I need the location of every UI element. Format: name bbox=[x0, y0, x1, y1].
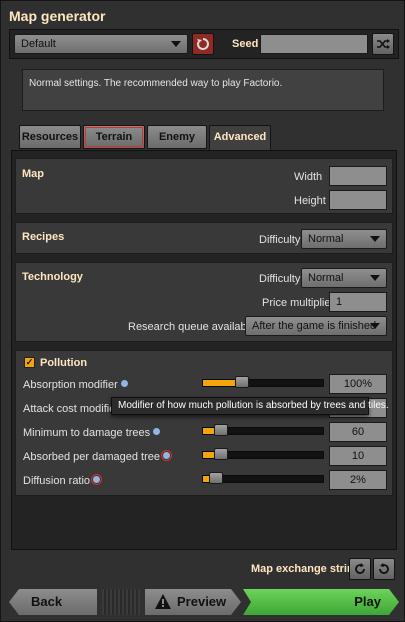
attack-cost-modifier-text: Attack cost modifier bbox=[23, 403, 119, 415]
slider-knob[interactable] bbox=[214, 448, 228, 460]
import-exchange-button[interactable] bbox=[349, 558, 371, 580]
minimum-damage-trees-slider[interactable] bbox=[202, 424, 324, 436]
technology-difficulty-value: Normal bbox=[308, 272, 344, 284]
recipes-difficulty-dropdown[interactable]: Normal bbox=[301, 229, 387, 249]
preview-button[interactable]: Preview bbox=[145, 589, 241, 615]
preset-value: Default bbox=[21, 38, 56, 50]
recipes-section: Recipes Difficulty Normal bbox=[15, 222, 393, 254]
diffusion-ratio-label: Diffusion ratio bbox=[23, 474, 103, 487]
pollution-section: ✓ Pollution Absorption modifier 100% Att… bbox=[15, 350, 393, 496]
absorbed-per-tree-text: Absorbed per damaged tree bbox=[23, 451, 160, 463]
tab-resources[interactable]: Resources bbox=[19, 125, 81, 149]
technology-section: Technology Difficulty Normal Price multi… bbox=[15, 262, 393, 342]
recipes-difficulty-value: Normal bbox=[308, 233, 344, 245]
slider-knob[interactable] bbox=[209, 472, 223, 484]
back-button[interactable]: Back bbox=[9, 589, 97, 615]
tab-enemy[interactable]: Enemy bbox=[147, 125, 207, 149]
shuffle-button[interactable] bbox=[372, 33, 394, 55]
diffusion-ratio-input[interactable]: 2% bbox=[329, 470, 387, 490]
recipes-heading: Recipes bbox=[22, 231, 65, 243]
absorption-modifier-label: Absorption modifier bbox=[23, 379, 128, 391]
absorption-modifier-input[interactable]: 100% bbox=[329, 374, 387, 394]
chevron-down-icon bbox=[370, 236, 380, 242]
technology-heading: Technology bbox=[22, 271, 83, 283]
import-icon bbox=[355, 563, 365, 574]
export-exchange-button[interactable] bbox=[373, 558, 395, 580]
preset-dropdown[interactable]: Default bbox=[14, 34, 188, 54]
pollution-heading: Pollution bbox=[40, 357, 88, 369]
height-input[interactable] bbox=[329, 190, 387, 210]
chevron-down-icon bbox=[370, 323, 380, 329]
height-label: Height bbox=[294, 195, 326, 207]
shuffle-icon bbox=[377, 39, 390, 49]
pollution-tooltip: Modifier of how much pollution is absorb… bbox=[111, 397, 389, 415]
slider-knob[interactable] bbox=[214, 424, 228, 436]
technology-difficulty-label: Difficulty bbox=[259, 273, 301, 285]
chevron-down-icon bbox=[370, 275, 380, 281]
preset-description: Normal settings. The recommended way to … bbox=[22, 69, 384, 111]
minimum-damage-trees-label: Minimum to damage trees bbox=[23, 427, 161, 439]
research-queue-label: Research queue availability bbox=[128, 321, 263, 333]
reset-button[interactable] bbox=[192, 33, 214, 55]
recipes-difficulty-label: Difficulty bbox=[259, 234, 301, 246]
absorbed-per-tree-label: Absorbed per damaged tree bbox=[23, 450, 172, 463]
play-button[interactable]: Play bbox=[243, 589, 399, 615]
map-exchange-label: Map exchange string bbox=[251, 563, 361, 575]
map-exchange-bar: Map exchange string bbox=[11, 557, 397, 581]
price-multiplier-label: Price multiplier bbox=[262, 297, 335, 309]
map-section: Map Width Height bbox=[15, 158, 393, 214]
info-icon bbox=[153, 428, 161, 435]
preset-bar: Default Seed bbox=[9, 29, 399, 59]
reset-icon bbox=[196, 38, 209, 50]
info-icon bbox=[160, 450, 172, 461]
width-label: Width bbox=[294, 171, 323, 183]
research-queue-dropdown[interactable]: After the game is finished bbox=[245, 316, 387, 336]
seed-label: Seed bbox=[232, 38, 259, 50]
window-title: Map generator bbox=[9, 8, 106, 24]
info-icon bbox=[91, 474, 103, 485]
title-bar[interactable]: Map generator bbox=[9, 5, 399, 27]
slider-knob[interactable] bbox=[235, 376, 249, 388]
minimum-damage-trees-text: Minimum to damage trees bbox=[23, 427, 151, 439]
preview-label: Preview bbox=[177, 594, 227, 609]
map-generator-window: Map generator Default Seed Normal settin… bbox=[0, 0, 405, 622]
research-queue-value: After the game is finished bbox=[252, 320, 377, 332]
tab-advanced[interactable]: Advanced bbox=[209, 125, 271, 151]
chevron-down-icon bbox=[171, 41, 181, 47]
export-icon bbox=[379, 563, 389, 574]
drag-stripes bbox=[102, 589, 140, 615]
seed-input[interactable] bbox=[260, 34, 368, 54]
play-label: Play bbox=[354, 594, 381, 609]
width-input[interactable] bbox=[329, 166, 387, 186]
price-multiplier-input[interactable]: 1 bbox=[329, 292, 387, 312]
absorption-modifier-text: Absorption modifier bbox=[23, 379, 118, 391]
warning-icon bbox=[155, 594, 171, 609]
absorbed-per-tree-input[interactable]: 10 bbox=[329, 446, 387, 466]
absorption-modifier-slider[interactable] bbox=[202, 376, 324, 388]
tab-terrain[interactable]: Terrain bbox=[83, 125, 145, 149]
bottom-bar: Back Preview Play bbox=[9, 589, 399, 615]
absorbed-per-tree-slider[interactable] bbox=[202, 448, 324, 460]
back-label: Back bbox=[31, 594, 63, 609]
diffusion-ratio-text: Diffusion ratio bbox=[23, 475, 91, 487]
pollution-checkbox[interactable]: ✓ bbox=[24, 357, 35, 368]
diffusion-ratio-slider[interactable] bbox=[202, 472, 324, 484]
info-icon bbox=[120, 380, 128, 387]
map-heading: Map bbox=[22, 168, 44, 180]
technology-difficulty-dropdown[interactable]: Normal bbox=[301, 268, 387, 288]
minimum-damage-trees-input[interactable]: 60 bbox=[329, 422, 387, 442]
slider-fill bbox=[203, 380, 239, 386]
